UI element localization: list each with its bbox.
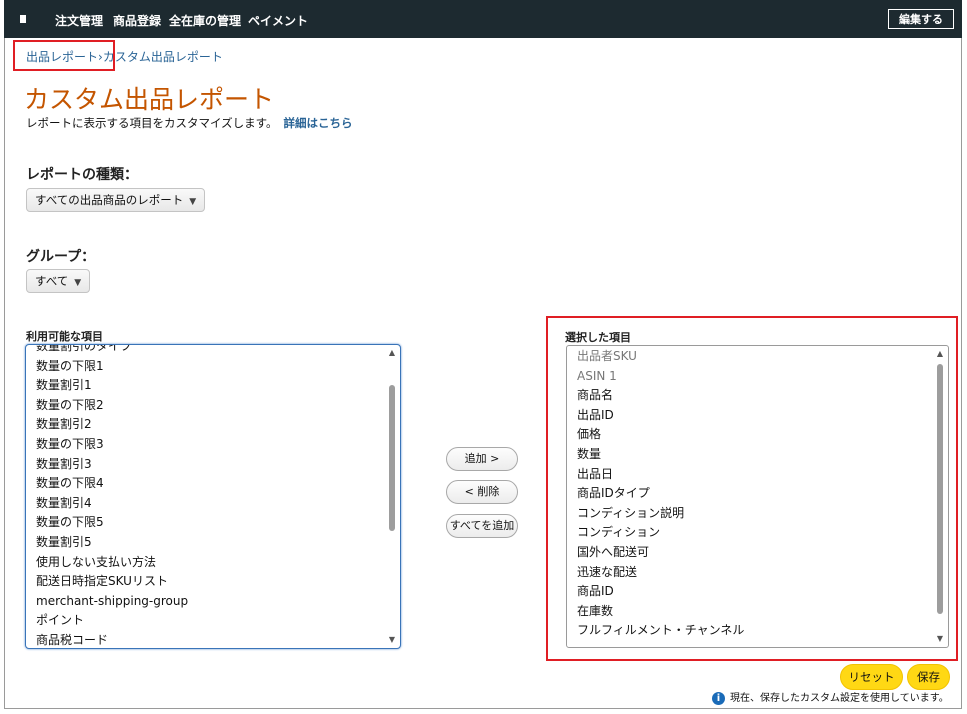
selected-items-label: 選択した項目 <box>565 331 631 344</box>
status-text: 現在、保存したカスタム設定を使用しています。 <box>730 693 949 704</box>
selected-list-item[interactable]: コンディション説明 <box>577 504 928 524</box>
add-all-button[interactable]: すべてを追加 <box>446 514 518 538</box>
report-type-label: レポートの種類： <box>26 167 138 183</box>
selected-list-item[interactable]: フルフィルメント・チャンネル <box>577 621 928 641</box>
available-list-item[interactable]: 商品税コード <box>36 631 380 648</box>
report-type-dropdown[interactable]: すべての出品商品のレポート ▼ <box>26 188 206 212</box>
subtitle-text: レポートに表示する項目をカスタマイズします。 <box>26 116 278 130</box>
details-link[interactable]: 詳細はこちら <box>284 116 353 130</box>
nav-item-payments[interactable]: ペイメント <box>248 12 308 29</box>
selected-list-item[interactable]: 在庫数 <box>577 602 928 622</box>
available-list-item[interactable]: 数量割引3 <box>36 455 380 475</box>
selected-list-item[interactable]: ASIN 1 <box>577 367 928 387</box>
available-list-item[interactable]: 数量割引2 <box>36 415 380 435</box>
selected-list-item[interactable]: コンディション <box>577 523 928 543</box>
selected-list-item[interactable]: 数量 <box>577 445 928 465</box>
selected-list-item[interactable]: 出品者SKU <box>577 347 928 367</box>
chevron-down-icon: ▼ <box>189 197 197 207</box>
group-dropdown[interactable]: すべて ▼ <box>26 269 91 293</box>
selected-list-item[interactable]: 出品日 <box>577 465 928 485</box>
scroll-down-arrow-icon[interactable]: ▼ <box>386 634 398 646</box>
group-value: すべて <box>35 274 69 288</box>
selected-list-item[interactable]: 出品ID <box>577 406 928 426</box>
selected-list-item[interactable]: 迅速な配送 <box>577 563 928 583</box>
available-list-item[interactable]: 配送日時指定SKUリスト <box>36 572 380 592</box>
selected-list-item[interactable]: 商品IDタイプ <box>577 484 928 504</box>
available-items-label: 利用可能な項目 <box>26 330 103 343</box>
available-scrollbar[interactable]: ▲ ▼ <box>386 347 398 646</box>
available-list-item[interactable]: merchant-shipping-group <box>36 592 380 612</box>
available-items-list[interactable]: 数量割引のタイプ 数量の下限1 数量割引1 数量の下限2 数量割引2 数量の下限3 数量割引… <box>25 344 401 649</box>
save-button[interactable]: 保存 <box>907 664 950 690</box>
available-list-item[interactable]: 数量の下限1 <box>36 357 380 377</box>
selected-items-list[interactable]: 出品者SKU ASIN 1 商品名 出品ID 価格 数量 出品日 商品IDタイプ コンディション… <box>566 345 949 648</box>
breadcrumb-custom-report[interactable]: カスタム出品レポート <box>103 50 223 64</box>
available-list-item[interactable]: 数量割引のタイプ <box>36 345 380 357</box>
highlight-box-breadcrumb <box>13 40 115 71</box>
available-list-item[interactable]: 数量割引4 <box>36 494 380 514</box>
scroll-up-arrow-icon[interactable]: ▲ <box>386 347 398 359</box>
scrollbar-thumb[interactable] <box>937 364 943 614</box>
available-list-item[interactable]: 使用しない支払い方法 <box>36 553 380 573</box>
available-list-item[interactable]: 数量割引5 <box>36 533 380 553</box>
scroll-down-arrow-icon[interactable]: ▼ <box>934 633 946 645</box>
available-list-item[interactable]: 数量の下限5 <box>36 513 380 533</box>
info-icon: i <box>712 691 725 705</box>
selected-list-item[interactable]: 国外へ配送可 <box>577 543 928 563</box>
top-nav: 注文管理 商品登録 全在庫の管理 ペイメント 編集する <box>4 0 962 38</box>
selected-list-item[interactable]: 価格 <box>577 425 928 445</box>
scrollbar-thumb[interactable] <box>389 385 395 531</box>
available-list-item[interactable]: ポイント <box>36 611 380 631</box>
page-subtitle: レポートに表示する項目をカスタマイズします。 詳細はこちら <box>26 115 353 131</box>
selected-items-container: 出品者SKU ASIN 1 商品名 出品ID 価格 数量 出品日 商品IDタイプ コンディション… <box>577 347 928 641</box>
group-label: グループ： <box>26 249 96 265</box>
available-items-container: 数量割引のタイプ 数量の下限1 数量割引1 数量の下限2 数量割引2 数量の下限3 数量割引… <box>36 345 380 648</box>
nav-item-inventory[interactable]: 全在庫の管理 <box>169 12 241 29</box>
available-list-item[interactable]: 数量の下限4 <box>36 474 380 494</box>
available-list-item[interactable]: 数量の下限2 <box>36 396 380 416</box>
selected-scrollbar[interactable]: ▲ ▼ <box>934 348 946 645</box>
available-list-item[interactable]: 数量割引1 <box>36 376 380 396</box>
add-button[interactable]: 追加 > <box>446 447 518 471</box>
bookmark-icon[interactable] <box>20 15 26 23</box>
nav-item-orders[interactable]: 注文管理 <box>55 12 103 29</box>
remove-button[interactable]: < 削除 <box>446 480 518 504</box>
scroll-up-arrow-icon[interactable]: ▲ <box>934 348 946 360</box>
chevron-down-icon: ▼ <box>74 278 82 288</box>
selected-list-item[interactable]: 商品ID <box>577 582 928 602</box>
report-type-value: すべての出品商品のレポート <box>35 193 184 207</box>
nav-item-catalog[interactable]: 商品登録 <box>113 12 161 29</box>
page-title: カスタム出品レポート <box>24 85 275 114</box>
available-list-item[interactable]: 数量の下限3 <box>36 435 380 455</box>
reset-button[interactable]: リセット <box>840 664 903 690</box>
status-message: i 現在、保存したカスタム設定を使用しています。 <box>712 689 949 705</box>
selected-list-item[interactable]: 商品名 <box>577 386 928 406</box>
edit-nav-button[interactable]: 編集する <box>888 9 954 29</box>
